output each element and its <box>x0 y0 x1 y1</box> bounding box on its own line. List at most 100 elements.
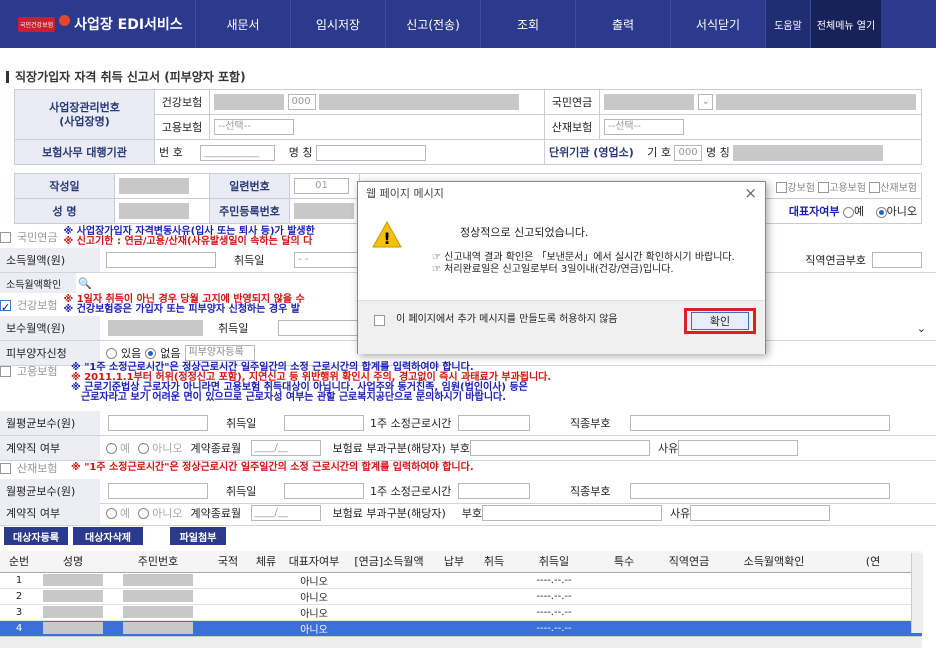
biz-code-field[interactable]: 000 <box>287 94 316 110</box>
accident-select[interactable]: --선택-- <box>604 119 684 135</box>
chevron-down-icon[interactable]: ⌄ <box>917 322 926 335</box>
symbol-field[interactable]: 000 <box>674 144 703 161</box>
row-no: 3 <box>0 604 38 621</box>
accident-hours-field[interactable] <box>458 483 530 499</box>
name-field[interactable] <box>119 203 189 219</box>
accident-section-check[interactable] <box>0 462 11 474</box>
table-row-selected[interactable]: 4 아니오 ----.--.-- <box>0 620 922 637</box>
agency-num-field[interactable]: ___________ <box>200 144 276 161</box>
rep-no-radio[interactable] <box>875 206 887 218</box>
rep-yes-radio[interactable] <box>843 206 854 218</box>
row-resident <box>123 574 193 586</box>
delete-target-button[interactable]: 대상자삭제 <box>73 527 143 545</box>
menu-print[interactable]: 출력 <box>575 0 670 48</box>
accident-check[interactable] <box>869 182 881 193</box>
grid-horizontal-scrollbar[interactable] <box>0 636 922 648</box>
logo-pin-icon <box>59 14 71 26</box>
employ-acq-field[interactable] <box>284 415 364 431</box>
row-resident <box>123 622 193 634</box>
pension-section-check[interactable] <box>0 231 11 243</box>
write-date-field[interactable] <box>119 178 189 194</box>
dependent-no-radio[interactable] <box>145 347 157 359</box>
employ-job-label: 직종부호 <box>570 417 611 430</box>
employ-reason-select[interactable] <box>678 440 799 456</box>
employ-contract-yes-radio[interactable] <box>106 442 117 454</box>
pension-no-field[interactable] <box>604 94 694 110</box>
all-menu-button[interactable]: 전체메뉴 열기 <box>810 0 881 48</box>
grid-vertical-scrollbar[interactable] <box>911 553 923 633</box>
employ-job-field[interactable] <box>630 415 890 431</box>
accident-job-field[interactable] <box>630 483 890 499</box>
employ-check[interactable] <box>818 182 830 193</box>
health-section-check[interactable]: ✓ <box>0 299 11 314</box>
health-section-title: 건강보험 <box>17 299 58 312</box>
write-date-label: 작성일 <box>14 173 115 199</box>
pension-code-select[interactable] <box>872 252 922 268</box>
pension-name-field[interactable] <box>716 94 916 110</box>
pension-income-field[interactable] <box>106 252 216 268</box>
health-check[interactable] <box>776 182 788 193</box>
accident-contract-no-radio[interactable] <box>138 507 150 519</box>
unit-name-label: 명 칭 <box>705 145 730 159</box>
table-row[interactable]: 2 아니오 ----.--.-- <box>0 588 922 605</box>
employ-select[interactable]: --선택-- <box>214 119 294 135</box>
employ-code-label: 부호 <box>449 442 471 455</box>
menu-search[interactable]: 조회 <box>480 0 575 48</box>
health-acq-field[interactable] <box>278 320 358 336</box>
accident-code-select[interactable] <box>482 505 663 521</box>
dialog-titlebar: 웹 페이지 메시지 × <box>358 182 765 204</box>
health-label: 건강보험 <box>154 89 210 115</box>
table-row[interactable]: 1 아니오 ----.--.-- <box>0 572 922 589</box>
accident-contract-yes-radio[interactable] <box>106 507 117 519</box>
serial-field[interactable]: 01 <box>294 178 349 194</box>
accident-section-header: 산재보험 ※ "1주 소정근로시간"은 정상근로시간 일주일간의 소정 근로시간… <box>0 459 936 477</box>
employ-end-field[interactable]: ____/__ <box>250 440 321 456</box>
agency-name-field[interactable] <box>316 144 426 161</box>
dialog-title: 웹 페이지 메시지 <box>366 187 444 200</box>
col-stay: 체류 <box>248 551 284 573</box>
biz-no-field[interactable] <box>214 94 284 110</box>
name-cell <box>114 198 210 224</box>
resident-field[interactable] <box>294 203 354 219</box>
search-icon[interactable]: 🔍 <box>78 277 92 290</box>
accident-end-field[interactable]: ____/__ <box>250 505 321 521</box>
employ-pay-field[interactable] <box>108 415 208 431</box>
dependent-yes-label: 있음 <box>121 347 142 360</box>
accident-reason-select[interactable] <box>690 505 831 521</box>
close-icon[interactable]: × <box>744 184 757 202</box>
employ-hours-field[interactable] <box>458 415 530 431</box>
employ-contract-no-radio[interactable] <box>138 442 150 454</box>
health-check-label: 강보험 <box>787 182 815 194</box>
table-row[interactable]: 3 아니오 ----.--.-- <box>0 604 922 621</box>
health-pay-label: 보수월액(원) <box>0 316 100 340</box>
menu-submit[interactable]: 신고(전송) <box>385 0 480 48</box>
suppress-checkbox[interactable] <box>374 315 385 326</box>
unit-name-field[interactable] <box>733 144 884 161</box>
dependent-yes-radio[interactable] <box>106 347 117 359</box>
accident-acq-field[interactable] <box>284 483 364 499</box>
menu-temp-save[interactable]: 임시저장 <box>290 0 385 48</box>
accident-pay-field[interactable] <box>108 483 208 499</box>
accident-code-label: 부호 <box>461 507 483 520</box>
register-target-button[interactable]: 대상자등록 <box>4 527 68 545</box>
biz-name-field[interactable] <box>319 94 519 110</box>
employ-section-check[interactable] <box>0 366 11 377</box>
menu-close-form[interactable]: 서식닫기 <box>670 0 765 48</box>
employ-code-select[interactable] <box>470 440 651 456</box>
row-rep: 아니오 <box>284 604 344 621</box>
accident-acq-label: 취득일 <box>226 485 257 498</box>
pension-dropdown[interactable]: ⌄ <box>697 94 713 110</box>
serial-label: 일련번호 <box>209 173 290 199</box>
health-pay-field[interactable] <box>108 320 203 336</box>
ok-button[interactable]: 확인 <box>691 312 749 330</box>
col-job-pension: 직역연금 <box>654 551 724 573</box>
row-resident <box>123 606 193 618</box>
app-logo[interactable]: 국민건강보험 사업장 EDI서비스 <box>0 0 195 48</box>
pension-section-title: 국민연금 <box>17 231 58 244</box>
agency-name-label: 명 칭 <box>288 145 313 159</box>
dependent-register-button[interactable]: 피부양자등록 <box>184 345 255 361</box>
menu-new-doc[interactable]: 새문서 <box>195 0 290 48</box>
attach-file-button[interactable]: 파일첨부 <box>170 527 226 545</box>
col-pay: 납부 <box>434 551 474 573</box>
help-button[interactable]: 도움말 <box>765 0 810 48</box>
